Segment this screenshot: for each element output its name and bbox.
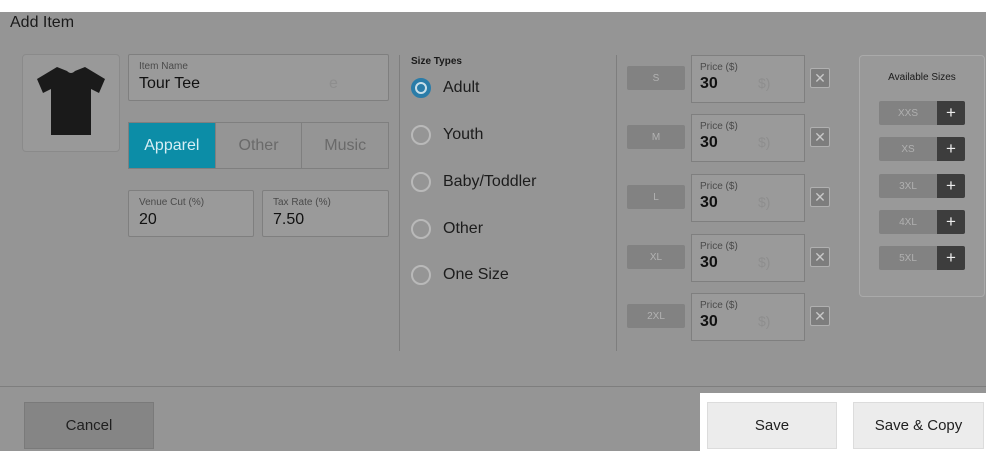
item-name-field[interactable]: Item Name Tour Tee e — [128, 54, 389, 101]
available-size-xxs: XXS + — [879, 101, 965, 125]
cancel-button[interactable]: Cancel — [24, 402, 154, 449]
save-and-copy-button[interactable]: Save & Copy — [853, 402, 984, 449]
column-divider — [399, 55, 400, 351]
price-field-l[interactable]: Price ($) 30 $) — [691, 174, 805, 222]
item-name-value: Tour Tee — [139, 75, 201, 92]
venue-cut-label: Venue Cut (%) — [139, 197, 205, 208]
venue-cut-field[interactable]: Venue Cut (%) 20 — [128, 190, 254, 237]
item-name-label: Item Name — [139, 61, 188, 72]
price-ghost: $) — [758, 134, 771, 150]
available-size-5xl: 5XL + — [879, 246, 965, 270]
close-icon: ✕ — [814, 128, 826, 145]
size-type-label: Baby/Toddler — [443, 173, 537, 190]
available-size-label: XXS — [879, 101, 937, 125]
size-chip-l: L — [627, 185, 685, 209]
column-divider — [616, 55, 617, 351]
size-type-one-size[interactable]: One Size — [411, 262, 611, 288]
size-chip-2xl: 2XL — [627, 304, 685, 328]
dialog-title: Add Item — [10, 14, 75, 31]
size-types-title: Size Types — [411, 56, 462, 67]
size-type-label: Other — [443, 220, 484, 237]
price-ghost: $) — [758, 75, 771, 91]
size-chip-s: S — [627, 66, 685, 90]
price-value: 30 — [700, 254, 718, 271]
size-type-youth[interactable]: Youth — [411, 122, 611, 148]
close-icon: ✕ — [814, 307, 826, 324]
price-ghost: $) — [758, 254, 771, 270]
price-field-xl[interactable]: Price ($) 30 $) — [691, 234, 805, 282]
category-segmented-control: Apparel Other Music — [128, 122, 389, 169]
available-sizes-title: Available Sizes — [888, 72, 956, 83]
size-type-adult[interactable]: Adult — [411, 75, 611, 101]
tax-rate-value: 7.50 — [273, 211, 305, 228]
plus-icon[interactable]: + — [937, 137, 965, 161]
available-size-3xl: 3XL + — [879, 174, 965, 198]
remove-size-2xl-button[interactable]: ✕ — [810, 306, 830, 326]
size-type-label: Adult — [443, 79, 480, 96]
tax-rate-field[interactable]: Tax Rate (%) 7.50 — [262, 190, 389, 237]
tax-rate-label: Tax Rate (%) — [273, 197, 331, 208]
remove-size-l-button[interactable]: ✕ — [810, 187, 830, 207]
plus-icon[interactable]: + — [937, 210, 965, 234]
price-ghost: $) — [758, 313, 771, 329]
plus-icon[interactable]: + — [937, 101, 965, 125]
radio-unchecked-icon — [411, 172, 431, 192]
radio-unchecked-icon — [411, 265, 431, 285]
t-shirt-icon — [37, 67, 105, 135]
radio-unchecked-icon — [411, 125, 431, 145]
price-label: Price ($) — [700, 300, 738, 311]
top-strip — [0, 0, 986, 12]
venue-cut-value: 20 — [139, 211, 157, 228]
available-size-label: XS — [879, 137, 937, 161]
close-icon: ✕ — [814, 69, 826, 86]
item-name-ghost: e — [329, 75, 338, 92]
price-value: 30 — [700, 75, 718, 92]
size-chip-xl: XL — [627, 245, 685, 269]
plus-icon[interactable]: + — [937, 246, 965, 270]
radio-unchecked-icon — [411, 219, 431, 239]
available-size-label: 4XL — [879, 210, 937, 234]
size-chip-m: M — [627, 125, 685, 149]
footer-divider — [0, 386, 986, 387]
size-type-baby-toddler[interactable]: Baby/Toddler — [411, 169, 611, 195]
remove-size-xl-button[interactable]: ✕ — [810, 247, 830, 267]
price-ghost: $) — [758, 194, 771, 210]
price-label: Price ($) — [700, 241, 738, 252]
price-value: 30 — [700, 313, 718, 330]
category-music[interactable]: Music — [302, 123, 388, 168]
remove-size-m-button[interactable]: ✕ — [810, 127, 830, 147]
save-button[interactable]: Save — [707, 402, 837, 449]
available-size-4xl: 4XL + — [879, 210, 965, 234]
size-type-other[interactable]: Other — [411, 216, 611, 242]
category-apparel[interactable]: Apparel — [129, 123, 216, 168]
available-size-label: 5XL — [879, 246, 937, 270]
remove-size-s-button[interactable]: ✕ — [810, 68, 830, 88]
close-icon: ✕ — [814, 188, 826, 205]
radio-checked-icon — [411, 78, 431, 98]
price-label: Price ($) — [700, 181, 738, 192]
plus-icon[interactable]: + — [937, 174, 965, 198]
close-icon: ✕ — [814, 248, 826, 265]
size-type-label: Youth — [443, 126, 484, 143]
size-type-label: One Size — [443, 266, 509, 283]
price-label: Price ($) — [700, 121, 738, 132]
available-sizes-panel: Available Sizes XXS + XS + 3XL + 4XL + 5… — [859, 55, 985, 297]
price-value: 30 — [700, 194, 718, 211]
price-label: Price ($) — [700, 62, 738, 73]
price-value: 30 — [700, 134, 718, 151]
available-size-xs: XS + — [879, 137, 965, 161]
price-field-s[interactable]: Price ($) 30 $) — [691, 55, 805, 103]
available-size-label: 3XL — [879, 174, 937, 198]
item-thumbnail[interactable] — [22, 54, 120, 152]
price-field-2xl[interactable]: Price ($) 30 $) — [691, 293, 805, 341]
price-field-m[interactable]: Price ($) 30 $) — [691, 114, 805, 162]
category-other[interactable]: Other — [216, 123, 303, 168]
